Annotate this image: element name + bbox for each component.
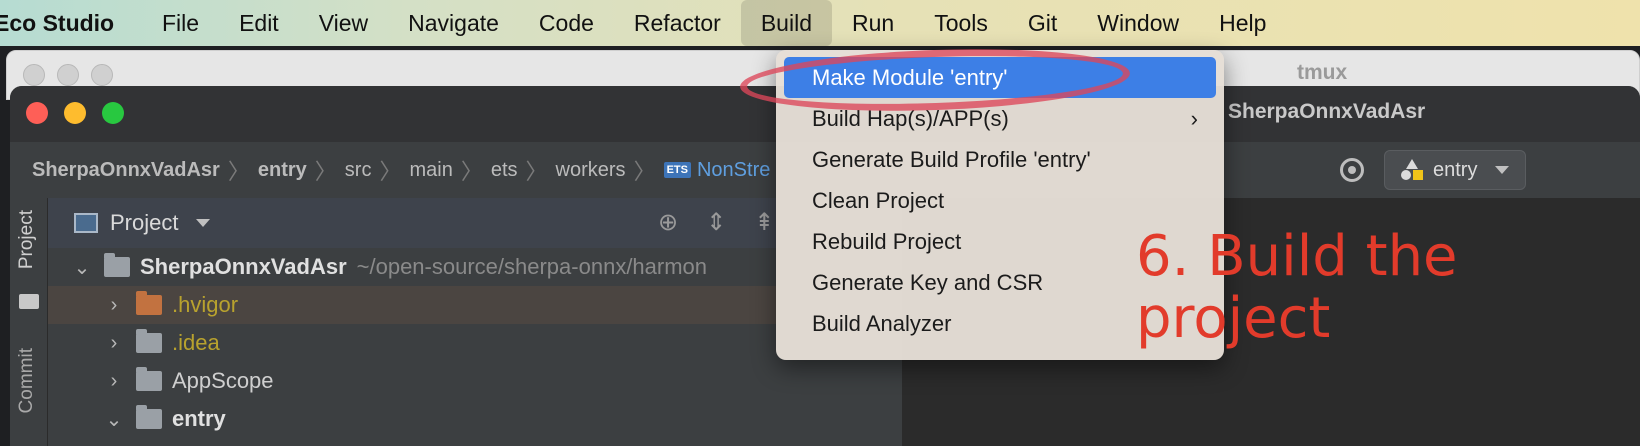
tree-row[interactable]: › .idea [48,324,788,362]
breadcrumb-separator: 〉 [460,159,483,184]
tool-tab-commit[interactable]: Commit [16,348,38,413]
menu-item-build-hap[interactable]: Build Hap(s)/APP(s) › [784,98,1216,139]
chevron-down-icon [1495,166,1510,174]
menu-view[interactable]: View [299,0,388,46]
folder-icon [136,329,162,353]
chevron-right-icon[interactable]: › [104,294,124,317]
module-folder-icon [136,405,162,429]
breadcrumb-ets[interactable]: ets [491,159,518,182]
chevron-down-icon[interactable]: ⌄ [104,407,124,432]
toolbar-right: entry [1340,150,1527,190]
menu-item-label: Generate Key and CSR [812,270,1044,295]
chevron-right-icon[interactable]: › [104,370,124,393]
menu-edit[interactable]: Edit [219,0,299,46]
window-title: SherpaOnnxVadAsr [1228,100,1426,123]
folder-icon [136,291,162,315]
breadcrumb-project[interactable]: SherpaOnnxVadAsr [32,159,220,182]
breadcrumb-separator: 〉 [379,159,402,184]
project-panel: Project ⊕ ⇕ ⇞ ⌄ SherpaOnnxVadAsr ~/open-… [48,198,788,446]
macos-menu-bar: Eco Studio File Edit View Navigate Code … [0,0,1640,46]
ets-file-icon: ETS [663,162,691,178]
tree-item-label: .idea [172,330,220,355]
tree-row[interactable]: › AppScope [48,362,788,400]
menu-tools[interactable]: Tools [914,0,1008,46]
menu-item-make-module[interactable]: Make Module 'entry' [784,57,1216,98]
close-button[interactable] [26,102,48,124]
tmux-zoom-button[interactable] [91,64,113,86]
panel-tools: ⊕ ⇕ ⇞ [658,208,774,237]
menu-run[interactable]: Run [832,0,914,46]
menu-git[interactable]: Git [1008,0,1077,46]
tree-item-label: .hvigor [172,292,239,317]
tmux-minimize-button[interactable] [57,64,79,86]
tree-row[interactable]: › .hvigor [48,286,788,324]
menu-help[interactable]: Help [1199,0,1286,46]
chevron-right-icon[interactable]: › [104,332,124,355]
menu-item-generate-build-profile[interactable]: Generate Build Profile 'entry' [784,139,1216,180]
tree-item-label: AppScope [172,368,274,393]
folder-icon[interactable] [19,294,39,309]
tree-row[interactable]: ⌄ SherpaOnnxVadAsr ~/open-source/sherpa-… [48,248,788,286]
module-icon [1401,159,1423,181]
project-panel-header: Project ⊕ ⇕ ⇞ [48,198,788,248]
breadcrumb-separator: 〉 [525,159,548,184]
app-name-menu[interactable]: Eco Studio [0,10,142,37]
menu-item-label: Make Module 'entry' [812,65,1008,90]
menu-file[interactable]: File [142,0,219,46]
module-folder-icon [104,253,130,277]
menu-item-label: Clean Project [812,188,945,213]
breadcrumb-main[interactable]: main [409,159,452,182]
tree-row[interactable]: ⌄ entry [48,400,788,438]
menu-item-clean-project[interactable]: Clean Project [784,180,1216,221]
chevron-right-icon: › [1190,106,1198,131]
locate-icon[interactable]: ⊕ [658,208,678,237]
folder-icon [136,367,162,391]
breadcrumb-separator: 〉 [314,159,337,184]
annotation-line: project [1136,286,1331,351]
tree-item-path: ~/open-source/sherpa-onnx/harmon [356,254,708,279]
menu-item-label: Generate Build Profile 'entry' [812,147,1091,172]
annotation-line: 6. Build the [1136,224,1458,289]
project-view-icon [74,213,98,233]
breadcrumb-workers[interactable]: workers [556,159,626,182]
menu-build[interactable]: Build [740,0,832,46]
tmux-window-title: tmux [1297,61,1348,84]
chevron-down-icon[interactable]: ⌄ [72,255,92,280]
window-controls [26,102,124,124]
target-icon[interactable] [1340,158,1364,182]
menu-item-label: Rebuild Project [812,229,962,254]
menu-window[interactable]: Window [1077,0,1199,46]
breadcrumb-separator: 〉 [633,159,656,184]
breadcrumb-file-label: NonStre [696,158,771,181]
run-config-select[interactable]: entry [1384,150,1527,190]
breadcrumb-src[interactable]: src [345,159,372,182]
tmux-window-controls [23,64,113,86]
breadcrumb-separator: 〉 [227,159,250,184]
tree-item-label: entry [172,406,226,431]
zoom-button[interactable] [102,102,124,124]
tmux-close-button[interactable] [23,64,45,86]
collapse-all-icon[interactable]: ⇞ [754,208,774,237]
minimize-button[interactable] [64,102,86,124]
step-annotation: 6. Build the project [1136,226,1556,350]
menu-navigate[interactable]: Navigate [388,0,519,46]
chevron-down-icon[interactable] [196,219,211,227]
menu-code[interactable]: Code [519,0,614,46]
tool-tab-project[interactable]: Project [16,210,38,269]
breadcrumb-file[interactable]: ETS NonStre [663,158,771,182]
menu-refactor[interactable]: Refactor [614,0,741,46]
expand-all-icon[interactable]: ⇕ [706,208,726,237]
tree-item-label: SherpaOnnxVadAsr [140,254,347,279]
menu-item-label: Build Hap(s)/APP(s) [812,106,1009,131]
run-config-label: entry [1433,158,1478,181]
tool-window-strip: Project Commit [10,198,48,446]
breadcrumb-entry[interactable]: entry [258,159,307,182]
menu-item-label: Build Analyzer [812,311,952,336]
project-view-label[interactable]: Project [110,210,178,236]
